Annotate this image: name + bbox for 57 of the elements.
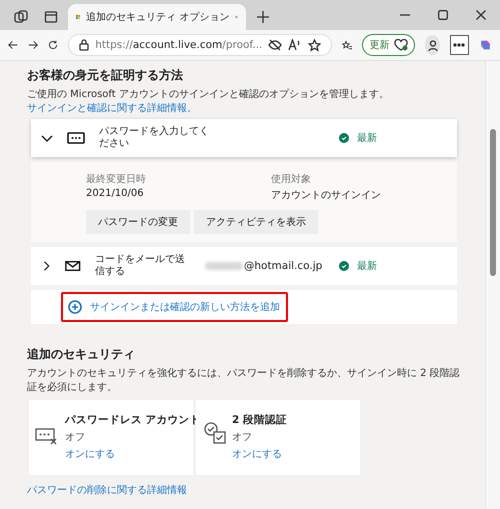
detail-label: 使用対象 <box>271 172 312 186</box>
status-text: 最新 <box>357 132 377 145</box>
turn-on-link[interactable]: オンにする <box>65 447 193 461</box>
refresh-icon[interactable] <box>48 38 58 52</box>
section-description: アカウントのセキュリティを強化するには、パスワードを削除するか、サインイン時に 2 段階認証を必須にします。 <box>27 367 461 394</box>
check-circle-icon <box>339 133 349 143</box>
tab-title: 追加のセキュリティ オプション <box>86 10 230 24</box>
address-bar[interactable]: https://account.live.com/proof... <box>68 34 332 56</box>
option-status: オフ <box>65 431 86 444</box>
close-icon[interactable] <box>235 13 238 21</box>
scrollbar-thumb[interactable] <box>490 129 496 276</box>
detail-value: アカウントのサインイン <box>271 189 382 202</box>
lock-icon <box>79 39 90 51</box>
check-circle-icon <box>339 261 349 271</box>
more-icon <box>453 43 466 47</box>
favorites-icon[interactable] <box>342 38 352 52</box>
detail-value: 2021/10/06 <box>86 188 145 201</box>
section-heading: お客様の身元を証明する方法 <box>27 67 184 84</box>
password-dots-icon <box>67 132 85 144</box>
password-crossed-icon <box>35 428 59 446</box>
option-status: オフ <box>232 431 253 444</box>
add-method-link[interactable]: サインインまたは確認の新しい方法を追加 <box>61 292 288 322</box>
method-title: コードをメールで送信する <box>94 254 186 278</box>
envelope-icon <box>65 260 81 272</box>
learn-more-link[interactable]: サインインと確認に関する詳細情報。 <box>27 102 197 114</box>
more-button[interactable] <box>450 35 470 55</box>
scrollbar[interactable] <box>485 61 500 509</box>
browser-tab[interactable]: 追加のセキュリティ オプション <box>68 4 246 30</box>
person-icon <box>428 40 438 50</box>
blurred-text <box>204 262 243 270</box>
action-button[interactable]: アクティビティを表示 <box>194 210 318 234</box>
section-description: ご使用の Microsoft アカウントのサインインと確認のオプションを管理します。 サインインと確認に関する詳細情報。 <box>27 88 390 115</box>
detail-label: 最終変更日時 <box>86 172 147 186</box>
back-arrow-icon[interactable] <box>8 39 18 51</box>
tracking-hidden-icon[interactable] <box>268 39 282 51</box>
update-button[interactable]: 更新 <box>362 34 416 56</box>
action-button[interactable]: パスワードの変更 <box>86 210 190 234</box>
method-title: パスワードを入力してください <box>99 126 210 150</box>
add-circle-icon <box>68 300 82 314</box>
chevron-right-icon[interactable] <box>41 260 52 272</box>
profile-avatar[interactable] <box>425 35 440 55</box>
email-address: @hotmail.co.jp <box>204 260 325 272</box>
new-tab-icon[interactable] <box>257 11 269 23</box>
heart-badge-icon <box>394 39 408 51</box>
option-title: 2 段階認証 <box>232 413 288 427</box>
maximize-icon[interactable] <box>438 10 448 20</box>
forward-arrow-icon[interactable] <box>28 39 38 51</box>
two-checks-icon <box>204 422 226 444</box>
status-text: 最新 <box>357 260 377 273</box>
tab-actions-icon[interactable] <box>44 10 58 24</box>
turn-on-link[interactable]: オンにする <box>232 447 360 461</box>
section-heading: 追加のセキュリティ <box>27 346 136 363</box>
workspaces-icon[interactable] <box>14 10 28 24</box>
read-aloud-icon[interactable] <box>288 39 302 51</box>
star-icon[interactable] <box>308 38 322 52</box>
info-link[interactable]: パスワードの削除に関する詳細情報 <box>27 483 187 497</box>
close-icon[interactable] <box>476 10 486 20</box>
